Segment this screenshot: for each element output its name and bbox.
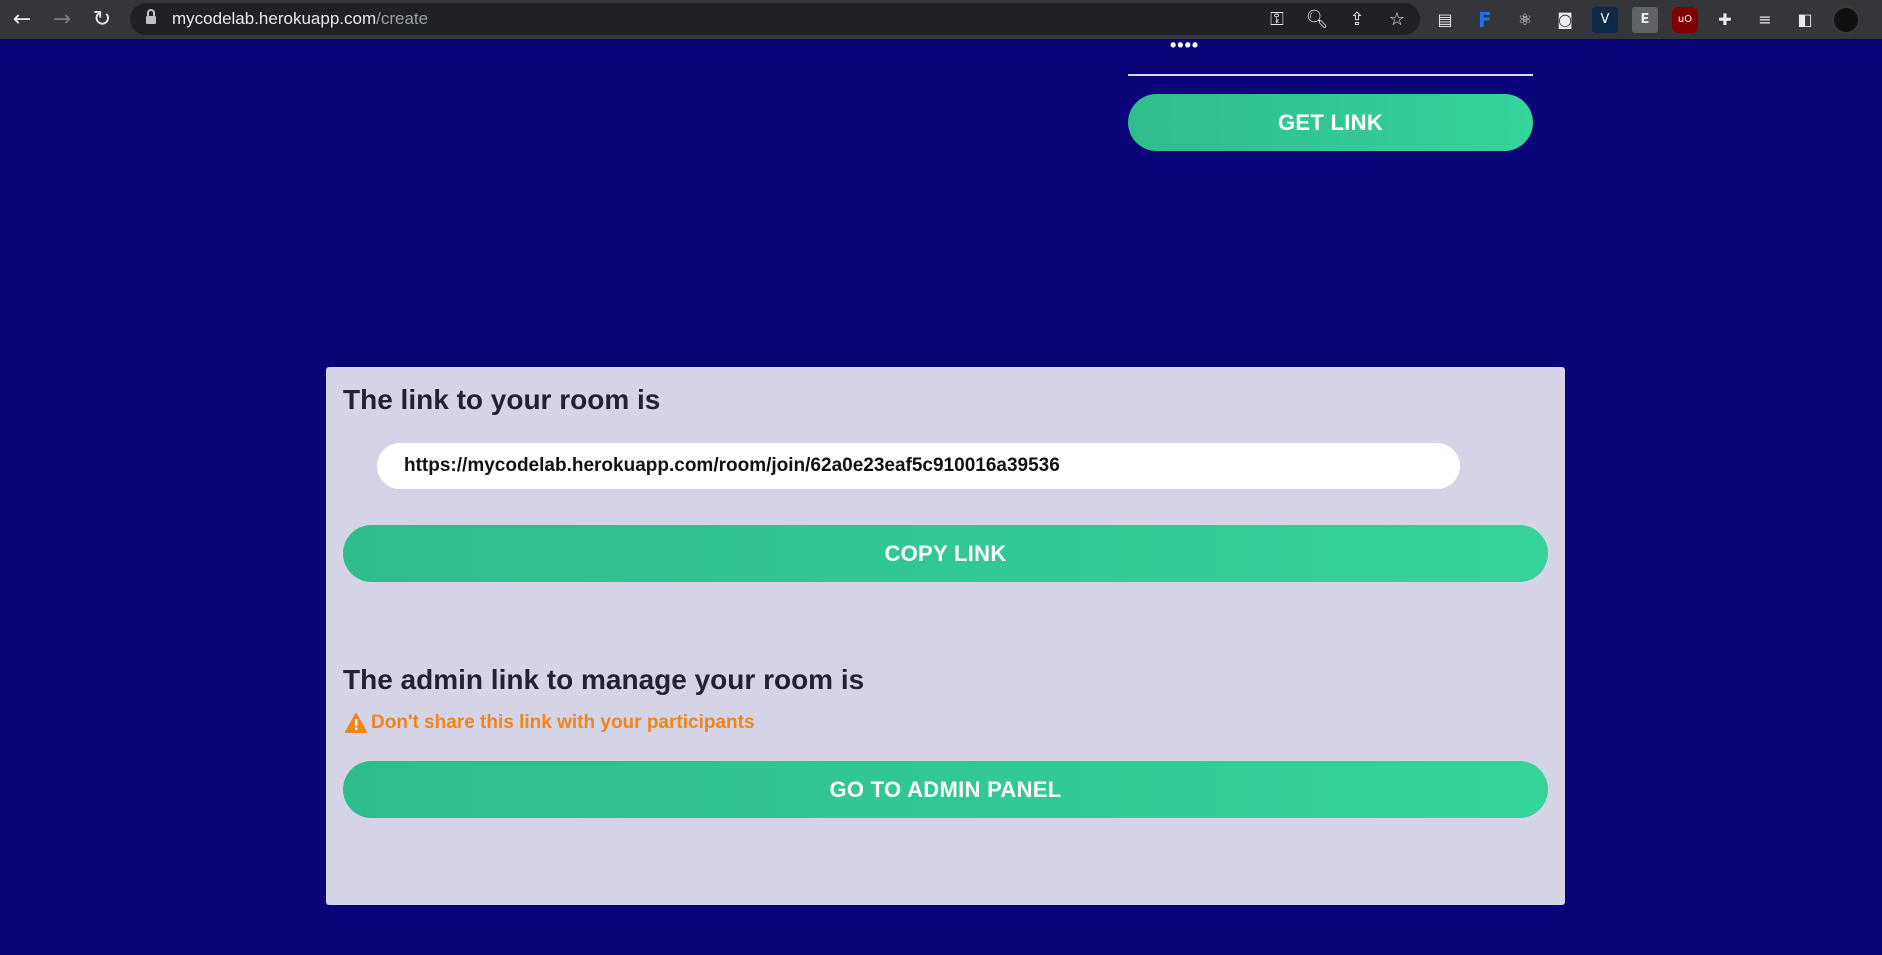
profile-avatar[interactable] (1832, 5, 1860, 34)
password-field-value[interactable]: •••• (1170, 36, 1199, 54)
url-text[interactable]: mycodelab.herokuapp.com/create (172, 9, 428, 29)
address-bar[interactable]: mycodelab.herokuapp.com/create ⚿ 🔍︎ ⇪ ☆ (130, 3, 1420, 35)
room-link-title: The link to your room is (343, 384, 661, 415)
zoom-icon[interactable]: 🔍︎ (1304, 9, 1330, 30)
room-link-field[interactable] (377, 443, 1460, 489)
room-link-card: The link to your room is COPY LINK The a… (326, 367, 1565, 905)
url-path: /create (376, 9, 429, 28)
lock-icon[interactable] (146, 9, 156, 25)
url-host: mycodelab.herokuapp.com (172, 9, 377, 28)
admin-panel-button[interactable]: GO TO ADMIN PANEL (343, 761, 1548, 818)
copy-link-button[interactable]: COPY LINK (343, 525, 1548, 582)
page-content: •••• GET LINK The link to your room is C… (0, 36, 1882, 955)
share-icon[interactable]: ⇪ (1344, 9, 1370, 30)
extension-f-icon[interactable]: F (1472, 7, 1498, 33)
browser-toolbar: ← → ↻ mycodelab.herokuapp.com/create ⚿ 🔍… (0, 0, 1882, 39)
camera-icon[interactable]: ◙ (1552, 7, 1578, 33)
get-link-button[interactable]: GET LINK (1128, 94, 1533, 151)
back-icon[interactable]: ← (2, 2, 42, 38)
extension-v-icon[interactable]: V (1592, 6, 1618, 33)
react-devtools-icon[interactable]: ⚛ (1512, 7, 1538, 33)
extensions-puzzle-icon[interactable]: ✚ (1712, 7, 1738, 33)
tab-manager-icon[interactable]: ▤ (1432, 7, 1458, 33)
star-icon[interactable]: ☆ (1384, 9, 1410, 30)
warning-icon (345, 713, 367, 733)
admin-link-title: The admin link to manage your room is (343, 664, 865, 695)
side-panel-icon[interactable]: ◧ (1792, 7, 1818, 33)
password-field-underline (1128, 74, 1533, 76)
key-icon[interactable]: ⚿ (1264, 9, 1290, 30)
admin-warning: Don't share this link with your particip… (345, 712, 755, 734)
forward-icon[interactable]: → (42, 2, 82, 38)
extension-e-icon[interactable]: E (1632, 6, 1658, 33)
warning-text: Don't share this link with your particip… (371, 712, 755, 733)
reload-icon[interactable]: ↻ (82, 2, 122, 38)
ublock-icon[interactable]: uO (1672, 6, 1698, 33)
media-queue-icon[interactable]: ≡ (1752, 7, 1778, 33)
